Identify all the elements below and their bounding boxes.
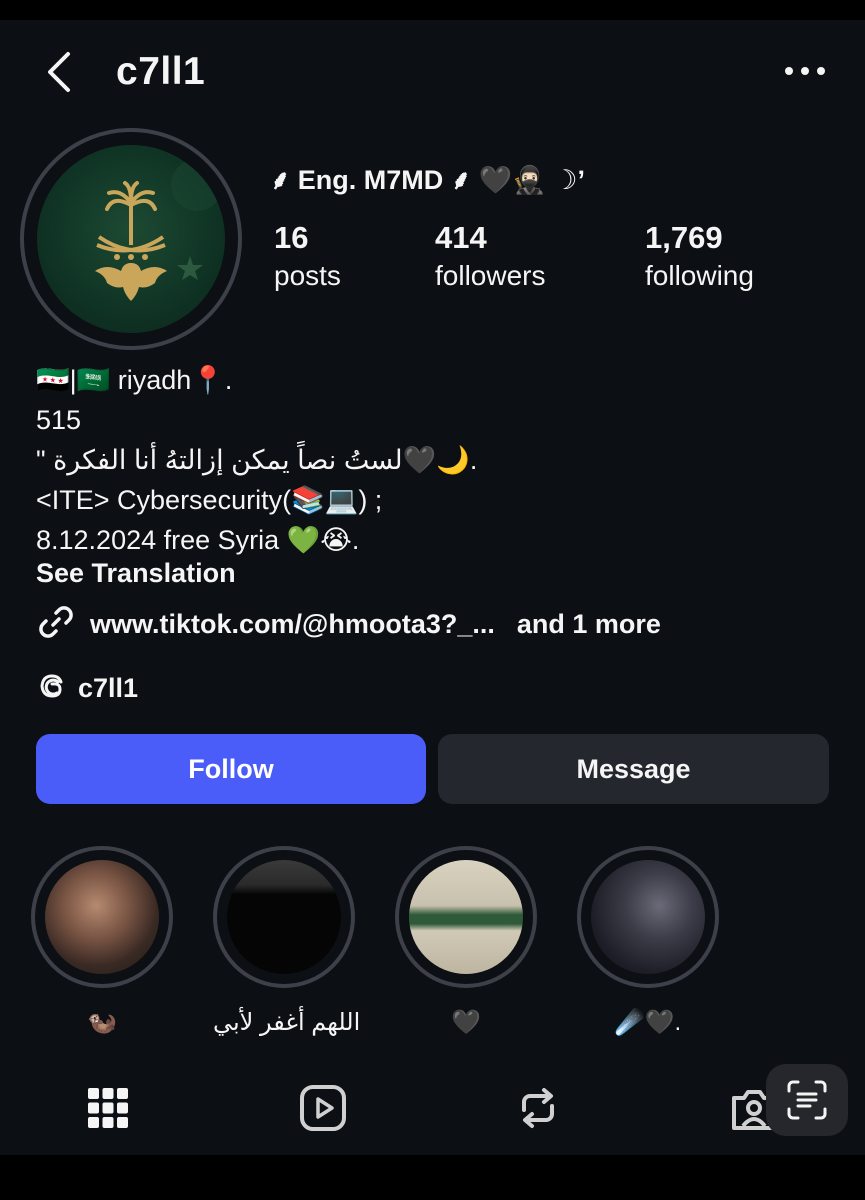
highlight-ring [213, 846, 355, 988]
profile-username: c7ll1 [116, 50, 206, 93]
highlight-thumbnail [45, 860, 159, 974]
text-scan-button[interactable] [766, 1064, 848, 1136]
profile-screen: c7ll1 ⸙ Eng. M7MD ⸙ 🖤🥷🏻 ☽ʼ 16 posts 414 … [0, 20, 865, 1155]
highlight-item-2[interactable]: اللهم أغفر لأبي [213, 846, 361, 1037]
saudi-emblem-image [37, 145, 225, 333]
highlight-label: 🦦 [87, 1009, 117, 1036]
following-count: 1,769 [645, 220, 723, 255]
back-arrow-icon[interactable] [40, 50, 80, 94]
more-links-button[interactable]: and 1 more [517, 609, 661, 640]
bio-line-quote: " لستُ نصاً يمكن إزالتهُ أنا الفكرة🖤🌙. [36, 445, 478, 475]
follow-button[interactable]: Follow [36, 734, 426, 804]
highlight-thumbnail [409, 860, 523, 974]
followers-count: 414 [435, 220, 487, 255]
posts-label: posts [274, 260, 341, 291]
threads-icon [36, 670, 68, 707]
highlight-item-3[interactable]: 🖤 [395, 846, 537, 1037]
highlight-ring [31, 846, 173, 988]
highlight-item-4[interactable]: ☄️🖤. [577, 846, 719, 1037]
followers-stat[interactable]: 414 followers [435, 220, 545, 292]
posts-count: 16 [274, 220, 309, 255]
highlight-item-1[interactable]: 🦦 [31, 846, 173, 1037]
tiktok-link[interactable]: www.tiktok.com/@hmoota3?_... [90, 609, 495, 640]
bio-line-location: 🇸🇾|🇸🇦 riyadh📍. [36, 365, 233, 395]
highlight-label: 🖤 [451, 1009, 481, 1036]
highlight-thumbnail [591, 860, 705, 974]
followers-label: followers [435, 260, 546, 291]
bio-line-number: 515 [36, 405, 82, 435]
more-options-icon[interactable] [780, 58, 830, 84]
threads-badge[interactable]: c7ll1 [36, 670, 138, 707]
link-icon [36, 602, 76, 647]
reels-icon[interactable] [295, 1080, 351, 1136]
highlight-label: اللهم أغفر لأبي [213, 1009, 361, 1036]
profile-display-name: ⸙ Eng. M7MD ⸙ 🖤🥷🏻 ☽ʼ [270, 165, 585, 195]
following-stat[interactable]: 1,769 following [645, 220, 754, 292]
message-button[interactable]: Message [438, 734, 829, 804]
highlight-ring [395, 846, 537, 988]
highlight-label: ☄️🖤. [614, 1009, 682, 1036]
threads-username: c7ll1 [78, 673, 139, 703]
bio-line-study: <ITE> Cybersecurity(📚💻) ; [36, 485, 383, 515]
profile-avatar[interactable] [20, 128, 242, 350]
bio-links: www.tiktok.com/@hmoota3?_... and 1 more [36, 602, 661, 647]
bio-line-date: 8.12.2024 free Syria 💚😭. [36, 525, 360, 555]
grid-icon[interactable] [80, 1080, 136, 1136]
see-translation-link[interactable]: See Translation [36, 558, 236, 589]
reposts-icon[interactable] [510, 1080, 566, 1136]
text-scan-icon [787, 1080, 827, 1120]
highlight-ring [577, 846, 719, 988]
following-label: following [645, 260, 754, 291]
posts-stat[interactable]: 16 posts [274, 220, 341, 292]
highlight-thumbnail [227, 860, 341, 974]
